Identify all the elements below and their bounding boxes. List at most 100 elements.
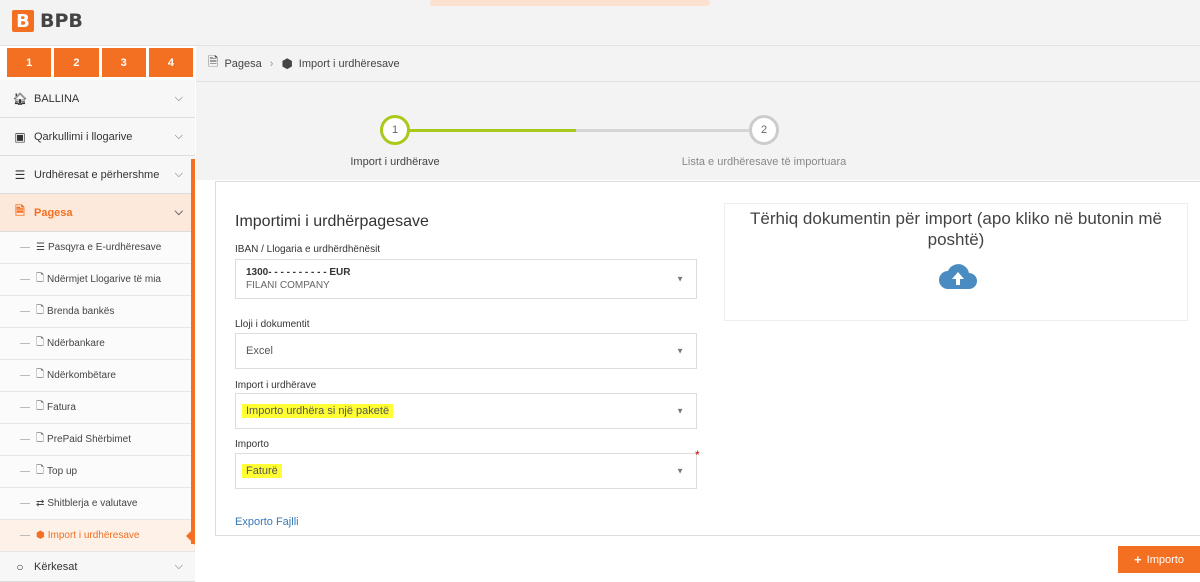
file-dropzone[interactable]: Tërhiq dokumentin për import (apo kliko …: [724, 203, 1188, 321]
quick-tab-1[interactable]: 1: [7, 48, 52, 77]
wizard-step-1-label: Import i urdhërave: [350, 156, 440, 168]
money-icon: ▣: [14, 129, 26, 144]
iban-name: FILANI COMPANY: [246, 280, 330, 291]
file-icon: 🗋: [36, 273, 45, 284]
wizard-step-1: 1: [380, 115, 410, 145]
quick-tab-4[interactable]: 4: [148, 48, 193, 77]
chevron-down-icon: ⌵: [174, 130, 183, 142]
caret-down-icon: ▼: [676, 466, 684, 476]
quick-tab-3[interactable]: 3: [101, 48, 146, 77]
sidebar-subitem-label: Brenda bankës: [47, 306, 115, 317]
sidebar-subitem-label: Shitblerja e valutave: [47, 498, 138, 509]
sidebar-item-ballina[interactable]: 🏠︎ BALLINA ⌵: [0, 80, 195, 118]
wizard-step-2-label: Lista e urdhëresave të importuara: [681, 156, 847, 168]
export-file-link[interactable]: Exporto Fajlli: [235, 516, 299, 528]
sidebar-subitem-label: Ndërmjet Llogarive të mia: [47, 274, 161, 285]
home-icon: 🏠︎: [12, 91, 28, 106]
sidebar-subitem-label: Pasqyra e E-urdhëresave: [47, 242, 162, 253]
document-icon: 🗎: [208, 53, 219, 69]
doctype-label: Lloji i dokumentit: [235, 319, 310, 330]
caret-down-icon: ▼: [676, 406, 684, 416]
sidebar-item-label: Urdhëresat e përhershme: [34, 168, 160, 181]
file-icon: 🗋: [36, 433, 45, 444]
file-icon: 🗋: [36, 305, 45, 316]
sidebar-subitem-label: Top up: [47, 466, 78, 477]
list-icon: ☰: [14, 167, 26, 182]
import-type-value: Importo urdhëra si një paketë: [242, 404, 394, 418]
sidebar-item-label: Pagesa: [34, 206, 73, 219]
form-title: Importimi i urdhërpagesave: [235, 213, 429, 230]
iban-select[interactable]: 1300- - - - - - - - - - EUR FILANI COMPA…: [235, 259, 697, 299]
quick-tab-2[interactable]: 2: [54, 48, 99, 77]
import-type-select[interactable]: Importo urdhëra si një paketë ▼: [235, 393, 697, 429]
quick-tabs: 1 2 3 4: [7, 48, 193, 77]
chevron-down-icon: ⌵: [174, 168, 183, 180]
file-icon: 🗋: [36, 401, 45, 412]
sidebar-subitem-label: Ndërkombëtare: [47, 370, 116, 381]
breadcrumb-current: Import i urdhëresave: [298, 57, 400, 70]
exchange-icon: ⇄: [36, 498, 45, 509]
cloud-upload-icon[interactable]: [938, 261, 978, 291]
breadcrumb-root[interactable]: Pagesa: [224, 58, 261, 70]
logo[interactable]: B BPB: [12, 10, 83, 32]
list-icon: ☰: [36, 242, 45, 253]
logo-text: BPB: [40, 10, 83, 32]
importo-label: Importo: [235, 439, 269, 450]
chevron-down-icon: ⌵: [174, 560, 183, 572]
top-bar: B BPB: [0, 0, 1200, 46]
sidebar-item-label: BALLINA: [34, 92, 80, 105]
breadcrumb-separator: ›: [269, 57, 274, 70]
doctype-value: Excel: [246, 345, 273, 357]
wizard-line-done: [409, 129, 576, 132]
required-marker: *: [695, 448, 700, 462]
circle-icon: ○: [16, 559, 24, 574]
sidebar-subitem-brenda[interactable]: 🗋 Brenda bankës: [0, 296, 195, 328]
wizard-step-2: 2: [749, 115, 779, 145]
sidebar-subitem-topup[interactable]: 🗋 Top up: [0, 456, 195, 488]
sidebar-subitem-label: Import i urdhëresave: [47, 530, 140, 541]
sidebar-subitem-nderbankare[interactable]: 🗋 Ndërbankare: [0, 328, 195, 360]
sidebar-item-urdheresat[interactable]: ☰ Urdhëresat e përhershme ⌵: [0, 156, 195, 194]
importo-button-label: Importo: [1146, 553, 1184, 566]
sidebar-item-qarkullimi[interactable]: ▣ Qarkullimi i llogarive ⌵: [0, 118, 195, 156]
sidebar-subitem-ndermjet[interactable]: 🗋 Ndërmjet Llogarive të mia: [0, 264, 195, 296]
caret-down-icon: ▼: [676, 274, 684, 284]
sidebar-subitem-pasqyra[interactable]: ☰ Pasqyra e E-urdhëresave: [0, 232, 195, 264]
sidebar-item-pagesa[interactable]: 🗎 Pagesa ⌵: [0, 194, 195, 232]
wizard-step-2-number: 2: [760, 124, 768, 136]
plus-icon: +: [1134, 552, 1142, 567]
sidebar-subitem-label: Fatura: [47, 402, 76, 413]
breadcrumb: 🗎 Pagesa › ⬢ Import i urdhëresave: [196, 46, 1200, 82]
iban-label: IBAN / Llogaria e urdhërdhënësit: [235, 244, 381, 255]
document-icon: 🗎: [15, 204, 25, 218]
import-panel: Importimi i urdhërpagesave IBAN / Llogar…: [215, 181, 1200, 536]
active-rail: [191, 159, 195, 544]
file-icon: 🗋: [36, 369, 45, 380]
chevron-down-icon: ⌵: [174, 92, 183, 104]
caret-down-icon: ▼: [676, 346, 684, 356]
sidebar-subitem-fatura[interactable]: 🗋 Fatura: [0, 392, 195, 424]
sidebar-subitem-prepaid[interactable]: 🗋 PrePaid Shërbimet: [0, 424, 195, 456]
cube-icon: ⬢: [36, 530, 45, 541]
wizard-step-1-number: 1: [391, 124, 399, 136]
file-icon: 🗋: [36, 337, 45, 348]
dropzone-text: Tërhiq dokumentin për import (apo kliko …: [750, 209, 1162, 249]
wizard: 1 2 Import i urdhërave Lista e urdhëresa…: [196, 82, 1200, 180]
sidebar-item-label: Qarkullimi i llogarive: [34, 130, 133, 143]
sidebar-item-kerkesat[interactable]: ○ Kërkesat ⌵: [0, 552, 195, 582]
sidebar-subitem-shitblerja[interactable]: ⇄ Shitblerja e valutave: [0, 488, 195, 520]
chevron-down-icon: ⌵: [174, 206, 183, 218]
logo-mark: B: [12, 10, 34, 32]
decorative-bar: [430, 0, 710, 6]
iban-value: 1300- - - - - - - - - - EUR: [246, 267, 351, 278]
wizard-line-pending: [576, 129, 750, 132]
importo-value: Faturë: [242, 464, 282, 478]
sidebar-subitem-import[interactable]: ⬢ Import i urdhëresave: [0, 520, 195, 552]
sidebar-subitem-label: PrePaid Shërbimet: [47, 434, 131, 445]
file-icon: 🗋: [36, 465, 45, 476]
importo-button[interactable]: + Importo: [1118, 546, 1200, 573]
doctype-select[interactable]: Excel ▼: [235, 333, 697, 369]
sidebar-subitem-label: Ndërbankare: [47, 338, 105, 349]
sidebar-subitem-nderkombetare[interactable]: 🗋 Ndërkombëtare: [0, 360, 195, 392]
importo-select[interactable]: Faturë ▼: [235, 453, 697, 489]
